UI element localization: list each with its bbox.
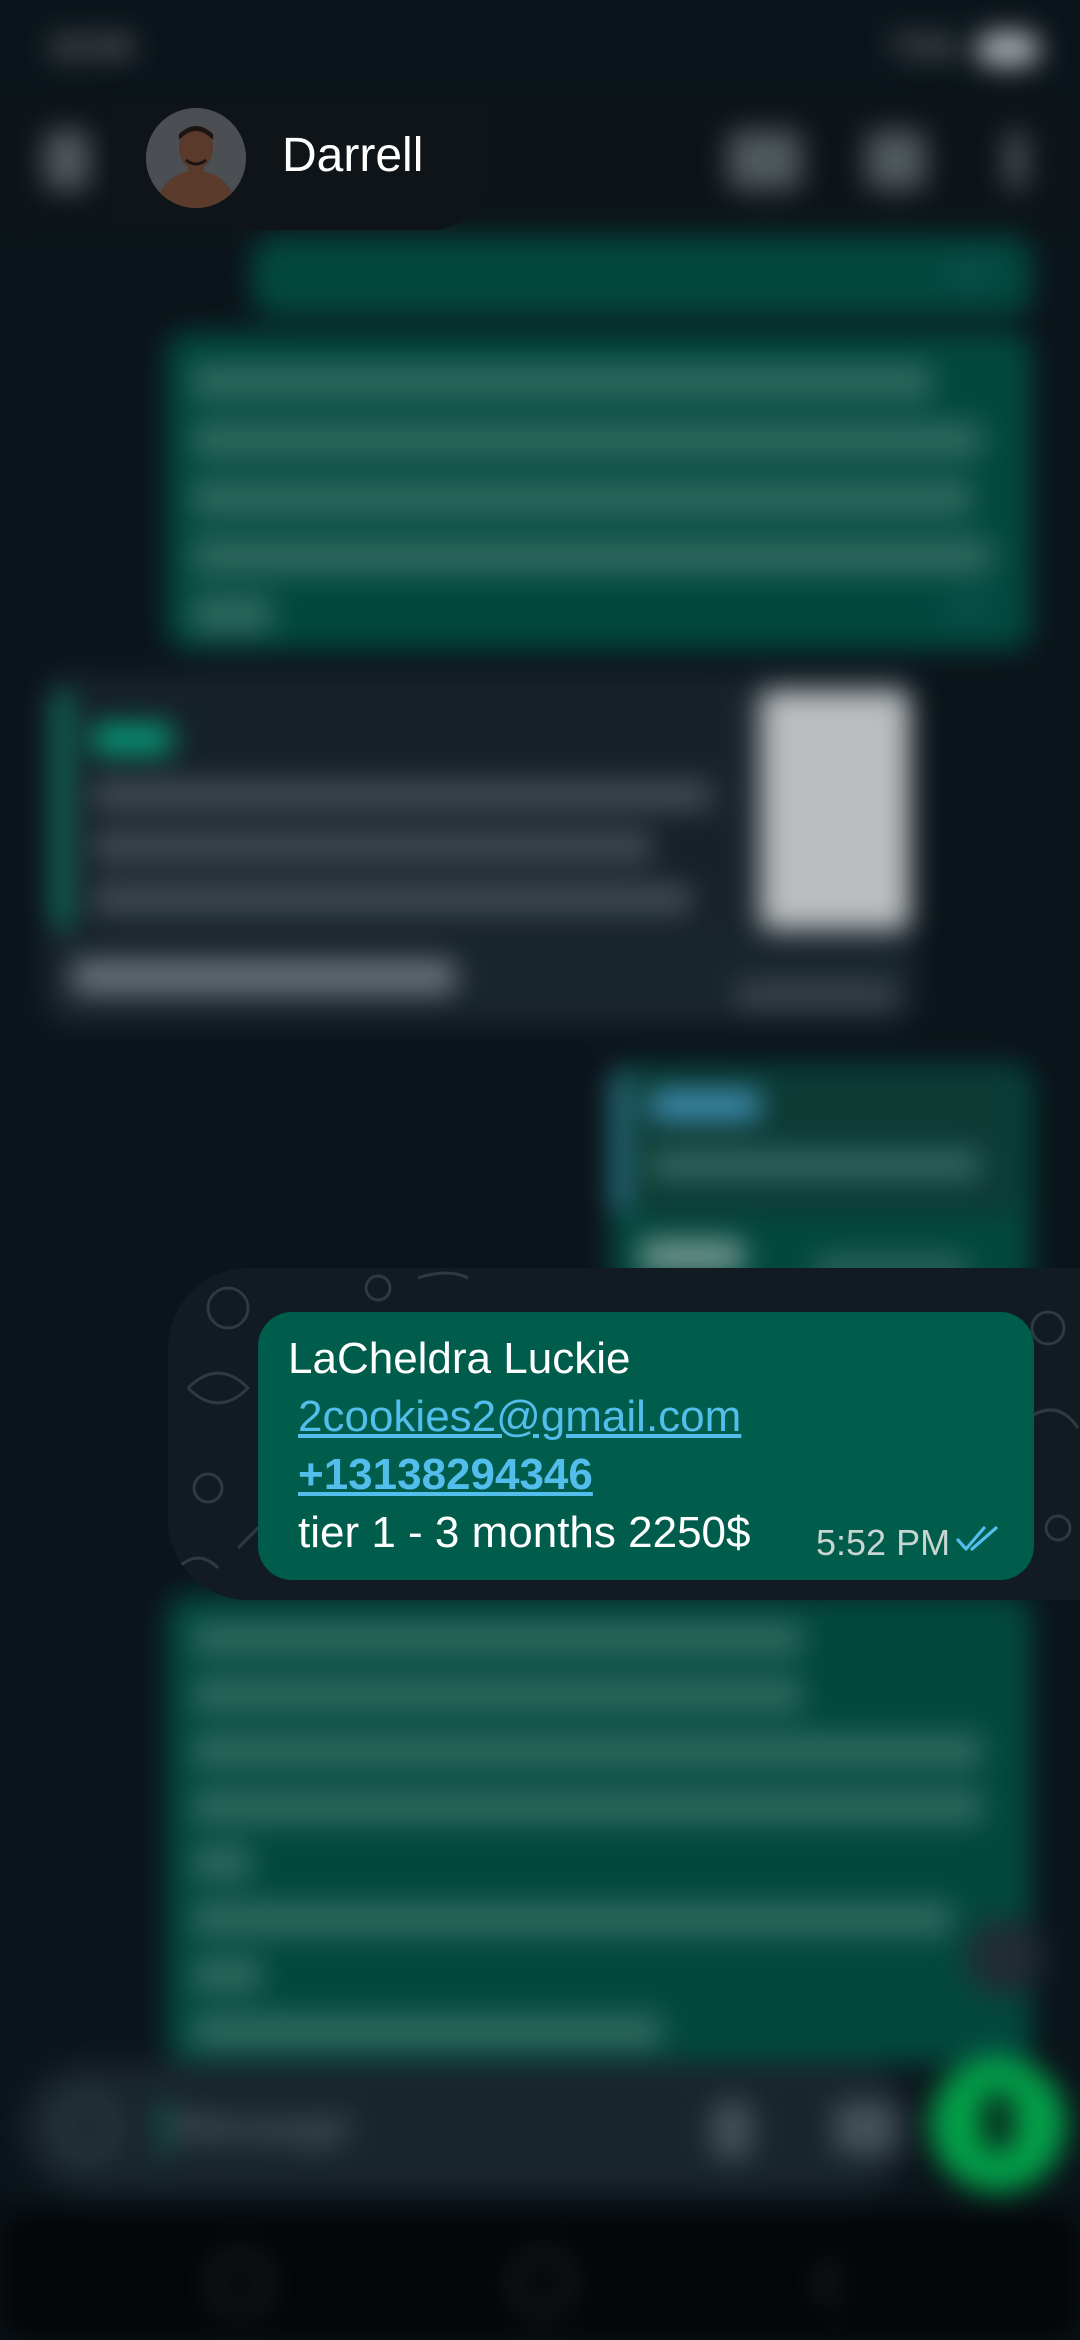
- mic-button[interactable]: [930, 2056, 1066, 2192]
- message-input-placeholder: Message: [172, 2102, 351, 2151]
- text-cursor: [160, 2098, 166, 2158]
- battery-label: 71%: [888, 28, 957, 66]
- back-arrow-icon[interactable]: [44, 130, 90, 190]
- nav-recents-icon[interactable]: [212, 2254, 268, 2310]
- nav-home-icon[interactable]: [510, 2250, 574, 2314]
- phone-link[interactable]: +13138294346: [298, 1450, 593, 1500]
- attach-icon[interactable]: [712, 2102, 752, 2158]
- message-bubble-outgoing-focused[interactable]: LaCheldra Luckie 2cookies2@gmail.com +13…: [258, 1312, 1034, 1580]
- blurred-background: 10:04 71% ✓✓ ✓✓ Message: [0, 0, 1080, 2340]
- emoji-icon[interactable]: [58, 2098, 116, 2156]
- double-check-icon: [956, 1526, 998, 1551]
- email-link[interactable]: 2cookies2@gmail.com: [298, 1392, 741, 1442]
- scroll-down-icon[interactable]: [966, 1918, 1044, 1996]
- status-right: 71%: [888, 28, 1040, 67]
- camera-icon[interactable]: [834, 2102, 896, 2154]
- message-bubble-outgoing[interactable]: [166, 1594, 1032, 2064]
- mic-icon: [982, 2092, 1014, 2152]
- reply-quote[interactable]: [56, 690, 728, 930]
- message-meta: ✓✓: [945, 256, 996, 289]
- contact-name[interactable]: Darrell: [282, 128, 423, 183]
- message-meta: ✓✓: [945, 590, 996, 623]
- image-thumbnail[interactable]: [760, 690, 910, 930]
- message-timestamp: 5:52 PM: [816, 1522, 951, 1563]
- system-nav-bar: [0, 2212, 1080, 2340]
- battery-icon: [976, 32, 1040, 67]
- contact-card-name: LaCheldra Luckie: [288, 1334, 631, 1383]
- message-bubble-outgoing[interactable]: ✓✓: [252, 236, 1032, 316]
- message-details: tier 1 - 3 months 2250$: [298, 1508, 751, 1557]
- avatar[interactable]: [146, 108, 246, 208]
- nav-back-icon[interactable]: [812, 2256, 864, 2308]
- chat-screen: 10:04 71% ✓✓ ✓✓ Message Darrell LaCheldr…: [0, 0, 1080, 2340]
- message-input-bar[interactable]: Message: [22, 2062, 914, 2192]
- video-call-icon[interactable]: [728, 130, 802, 190]
- more-vert-icon[interactable]: [1006, 130, 1026, 190]
- reply-quote[interactable]: [614, 1070, 1016, 1214]
- status-time: 10:04: [48, 28, 134, 66]
- message-bubble-outgoing[interactable]: ✓✓: [166, 332, 1032, 650]
- phone-icon[interactable]: [866, 130, 926, 190]
- status-bar: 10:04 71%: [0, 0, 1080, 100]
